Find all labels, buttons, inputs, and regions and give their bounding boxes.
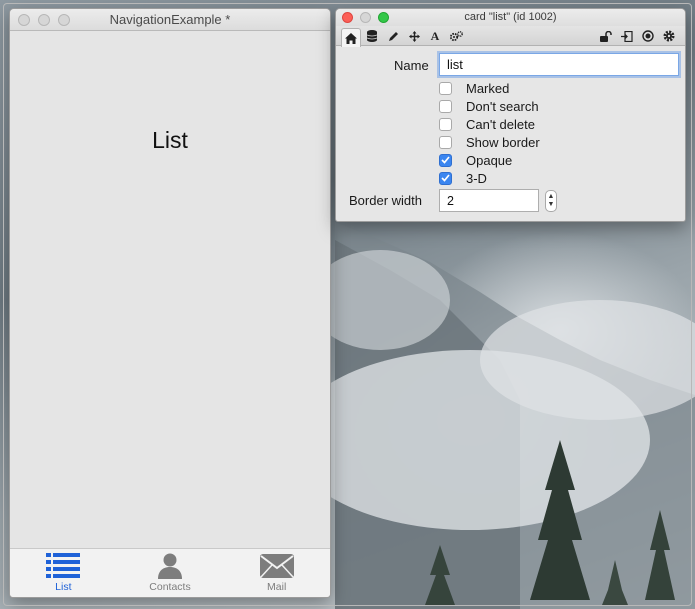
checkmark-icon: [441, 156, 450, 164]
minimize-button[interactable]: [38, 14, 50, 26]
checkmark-icon: [441, 174, 450, 182]
checkbox-label: Can't delete: [466, 116, 535, 132]
gear-icon[interactable]: [659, 27, 679, 45]
checkbox-dont-search[interactable]: Don't search: [439, 98, 539, 114]
list-icon: [46, 553, 81, 578]
name-label: Name: [394, 58, 429, 73]
window-controls: [18, 14, 70, 26]
pencil-icon[interactable]: [383, 27, 403, 45]
gears-icon[interactable]: [446, 27, 466, 45]
border-width-label: Border width: [349, 193, 422, 208]
name-field[interactable]: [439, 53, 679, 76]
inspector-titlebar[interactable]: card "list" (id 1002): [336, 9, 685, 26]
exit-icon[interactable]: [617, 27, 637, 45]
close-button[interactable]: [18, 14, 30, 26]
chevron-down-icon[interactable]: ▼: [548, 201, 555, 209]
tab-contacts[interactable]: Contacts: [117, 549, 224, 597]
tab-bar: List Contacts Mail: [10, 548, 330, 597]
minimize-button[interactable]: [360, 12, 371, 23]
zoom-button[interactable]: [378, 12, 389, 23]
checkbox-box[interactable]: [439, 153, 452, 167]
unlock-icon[interactable]: [596, 27, 616, 45]
checkbox-label: Don't search: [466, 98, 539, 114]
tab-mail-label: Mail: [267, 581, 287, 593]
window-title: NavigationExample *: [109, 12, 231, 27]
tab-list[interactable]: List: [10, 549, 117, 597]
inspector-window: card "list" (id 1002) A Name list Marked…: [335, 8, 686, 222]
checkbox-marked[interactable]: Marked: [439, 80, 509, 96]
checkbox-label: Opaque: [466, 152, 513, 168]
move-icon[interactable]: [404, 27, 424, 45]
mail-icon: [259, 554, 294, 578]
target-icon[interactable]: [638, 27, 658, 45]
database-icon[interactable]: [362, 27, 382, 45]
checkbox-opaque[interactable]: Opaque: [439, 152, 512, 168]
checkbox-box[interactable]: [439, 99, 452, 113]
tab-mail[interactable]: Mail: [223, 549, 330, 597]
tab-contacts-label: Contacts: [149, 581, 191, 593]
text-icon[interactable]: A: [425, 27, 445, 45]
tab-list-label: List: [55, 581, 72, 593]
checkbox-box[interactable]: [439, 117, 452, 131]
checkbox-label: Show border: [466, 134, 540, 150]
inspector-title: card "list" (id 1002): [464, 11, 557, 23]
home-icon[interactable]: [341, 28, 361, 47]
close-button[interactable]: [342, 12, 353, 23]
checkbox-box[interactable]: [439, 135, 452, 149]
card-title: List: [152, 127, 188, 153]
zoom-button[interactable]: [58, 14, 70, 26]
person-icon: [158, 553, 182, 579]
checkbox-label: 3-D: [466, 170, 487, 186]
inspector-window-controls: [342, 12, 389, 23]
border-width-stepper[interactable]: ▲ ▼: [545, 190, 557, 212]
app-titlebar[interactable]: NavigationExample *: [10, 9, 330, 31]
checkbox-box[interactable]: [439, 81, 452, 95]
checkbox-box[interactable]: [439, 171, 452, 185]
inspector-toolbar: A: [336, 26, 685, 47]
checkbox-label: Marked: [466, 80, 510, 96]
chevron-up-icon[interactable]: ▲: [548, 193, 555, 201]
checkbox-cant-delete[interactable]: Can't delete: [439, 116, 535, 132]
app-window: NavigationExample * List List Contacts M…: [9, 8, 331, 598]
checkbox-show-border[interactable]: Show border: [439, 134, 540, 150]
border-width-field[interactable]: [439, 189, 539, 212]
checkbox-3d[interactable]: 3-D: [439, 170, 487, 186]
